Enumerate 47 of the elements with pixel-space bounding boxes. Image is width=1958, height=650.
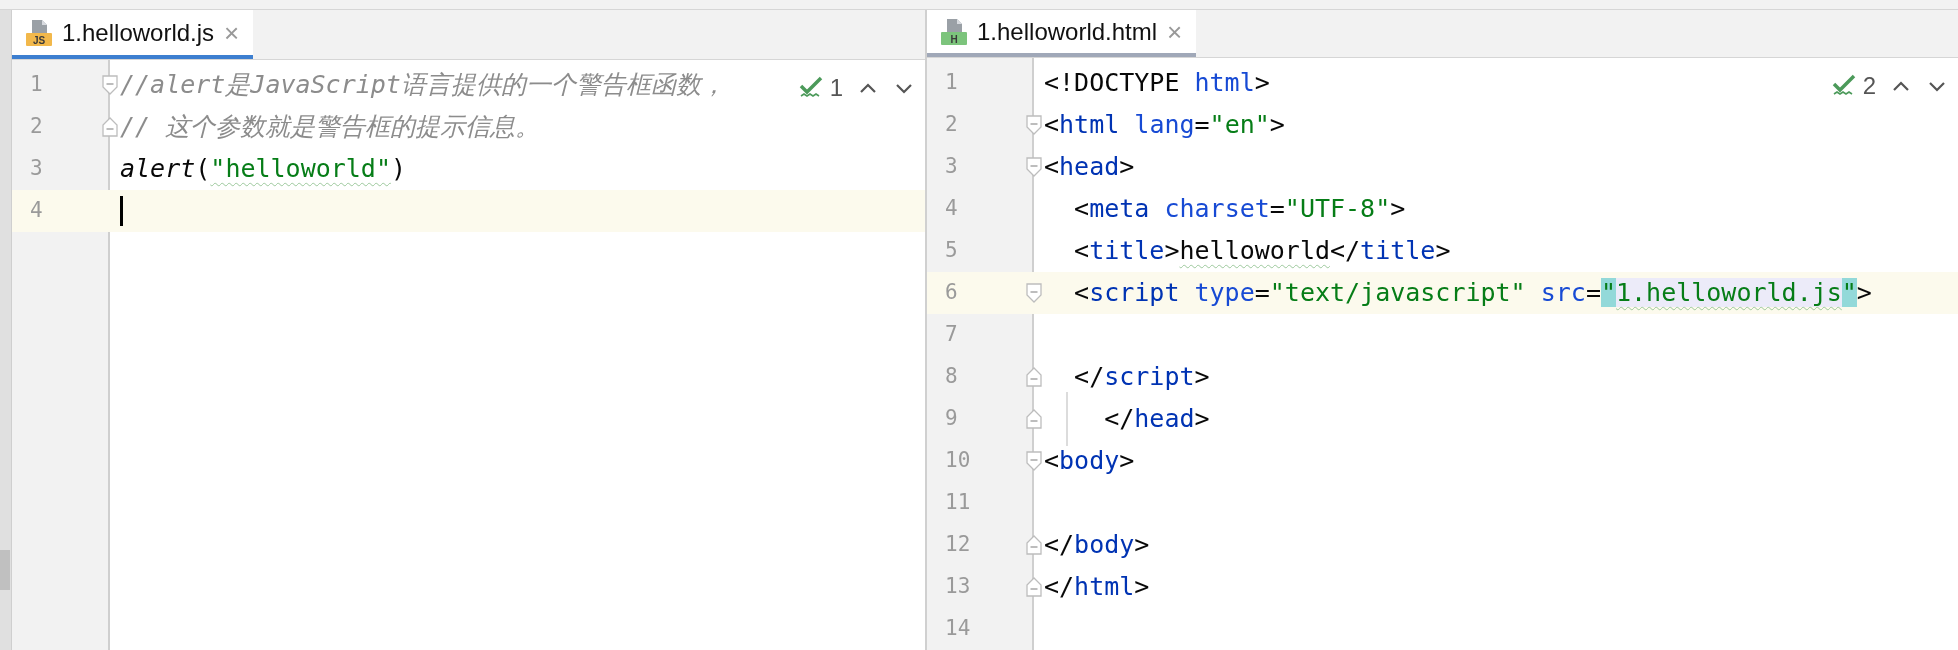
fold-end-icon[interactable] bbox=[1026, 409, 1042, 429]
inspection-status[interactable]: 2 bbox=[1830, 68, 1876, 104]
line-number: 11 bbox=[945, 489, 971, 517]
line-number: 6 bbox=[945, 279, 958, 307]
line-number: 2 bbox=[30, 113, 43, 141]
line-number: 13 bbox=[945, 573, 971, 601]
line-number: 4 bbox=[30, 197, 43, 225]
code-line: </script> bbox=[1073, 361, 1210, 394]
code-line: alert("helloworld") bbox=[120, 153, 406, 186]
line-number: 9 bbox=[945, 405, 958, 433]
line-number: 12 bbox=[945, 531, 971, 559]
code-line: // 这个参数就是警告框的提示信息。 bbox=[120, 111, 541, 144]
code-line: <title>helloworld</title> bbox=[1073, 235, 1451, 268]
inspection-status[interactable]: 1 bbox=[797, 70, 843, 106]
line-number: 3 bbox=[945, 153, 958, 181]
fold-start-icon[interactable] bbox=[1026, 451, 1042, 471]
editor-tab[interactable]: H 1.helloworld.html × bbox=[927, 10, 1197, 57]
line-number: 5 bbox=[945, 237, 958, 265]
code-line: <script type="text/javascript" src="1.helloworld.js"> bbox=[1073, 277, 1872, 310]
line-number: 4 bbox=[945, 195, 958, 223]
fold-start-icon[interactable] bbox=[102, 75, 118, 95]
editor-tab[interactable]: JS 1.helloworld.js × bbox=[12, 10, 254, 59]
line-number: 8 bbox=[945, 363, 958, 391]
fold-end-icon[interactable] bbox=[1026, 535, 1042, 555]
code-line: <!DOCTYPE html> bbox=[1044, 67, 1270, 100]
code-line: <head> bbox=[1044, 151, 1135, 184]
fold-end-icon[interactable] bbox=[1026, 577, 1042, 597]
fold-end-icon[interactable] bbox=[102, 117, 118, 137]
line-number: 7 bbox=[945, 321, 958, 349]
fold-end-icon[interactable] bbox=[1026, 367, 1042, 387]
code-line: <body> bbox=[1044, 445, 1135, 478]
line-number: 2 bbox=[945, 111, 958, 139]
line-number: 1 bbox=[945, 69, 958, 97]
code-line: <meta charset="UTF-8"> bbox=[1073, 193, 1406, 226]
fold-start-icon[interactable] bbox=[1026, 157, 1042, 177]
line-number: 10 bbox=[945, 447, 971, 475]
code-line: </html> bbox=[1044, 571, 1150, 604]
fold-start-icon[interactable] bbox=[1026, 283, 1042, 303]
scrollbar-thumb[interactable] bbox=[0, 550, 10, 590]
code-line: <html lang="en"> bbox=[1044, 109, 1285, 142]
line-number: 1 bbox=[30, 71, 43, 99]
fold-start-icon[interactable] bbox=[1026, 115, 1042, 135]
code-line: </head> bbox=[1103, 403, 1210, 436]
line-number: 3 bbox=[30, 155, 43, 183]
code-line: </body> bbox=[1044, 529, 1150, 562]
code-line: //alert是JavaScript语言提供的一个警告框函数， bbox=[120, 69, 726, 102]
line-number: 14 bbox=[945, 615, 971, 643]
